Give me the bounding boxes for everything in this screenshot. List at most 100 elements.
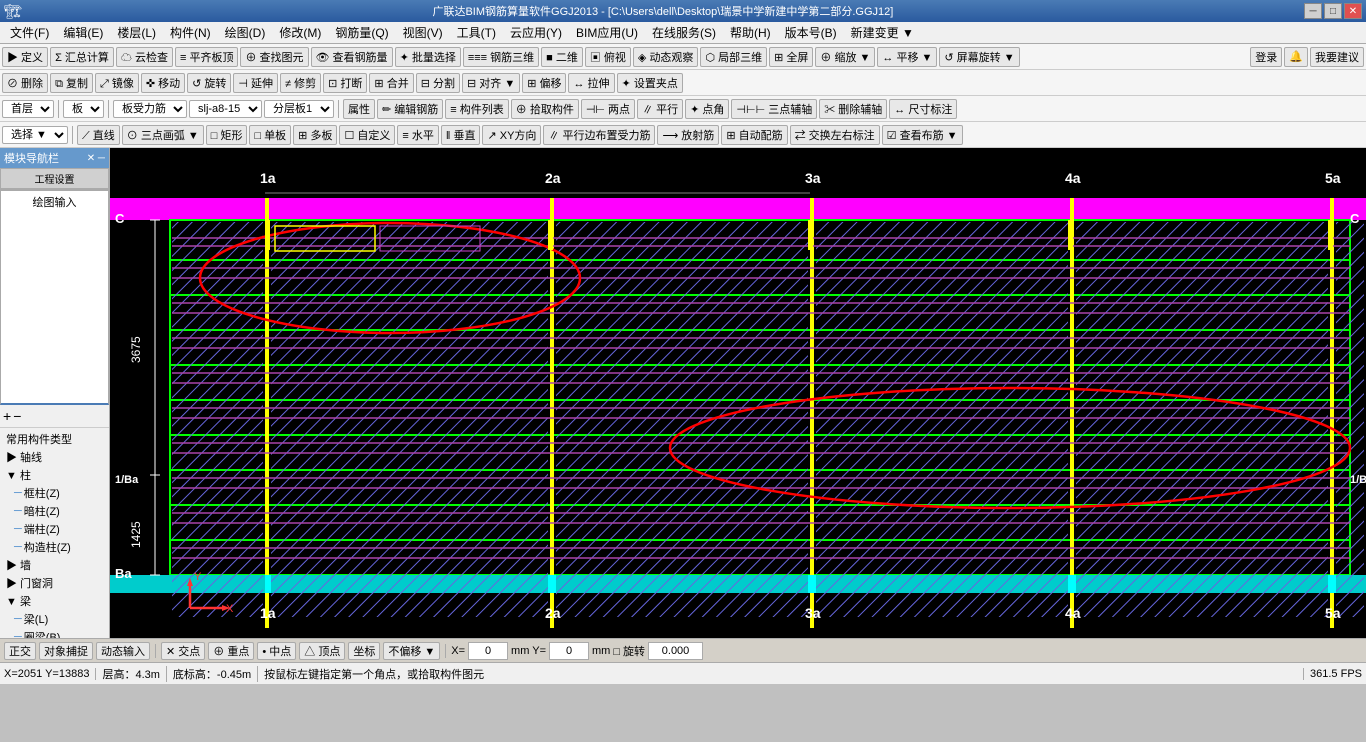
snap-mode-4[interactable]: 坐标	[348, 642, 380, 660]
snap-mode-2[interactable]: • 中点	[257, 642, 296, 660]
tree-item-构造柱Z[interactable]: ─ 构造柱(Z)	[2, 538, 107, 556]
tree-item-门窗洞[interactable]: ▶ 门窗洞	[2, 574, 107, 592]
menu-item-b[interactable]: 版本号(B)	[779, 22, 843, 43]
menu-item-n[interactable]: 构件(N)	[164, 22, 217, 43]
toolbar-btn-[interactable]: ▶ 定义	[2, 47, 48, 67]
snap-mode-3[interactable]: △ 顶点	[299, 642, 345, 660]
draw-btn-水平[interactable]: ≡ 水平	[397, 125, 438, 145]
edit-btn-拉伸[interactable]: ↔ 拉伸	[568, 73, 614, 93]
toolbar-btn-[interactable]: ↺ 屏幕旋转 ▼	[939, 47, 1019, 67]
snap-mode-1[interactable]: ⊕ 重点	[208, 642, 254, 660]
menu-item-s[interactable]: 在线服务(S)	[646, 22, 722, 43]
menu-item-m[interactable]: 修改(M)	[273, 22, 327, 43]
menu-item-e[interactable]: 编辑(E)	[57, 22, 109, 43]
cad-drawing[interactable]: 1a 2a 3a 4a 5a 1a 2a 3a 4a 5a C 1/Ba Ba …	[110, 148, 1366, 638]
toolbar-btn-[interactable]: ■ 二维	[541, 47, 583, 67]
snap-mode-0[interactable]: ✕ 交点	[161, 642, 205, 660]
floor-btn-平行[interactable]: ∥ 平行	[637, 99, 683, 119]
tree-item-梁[interactable]: ▼ 梁	[2, 592, 107, 610]
ortho-button[interactable]: 正交	[4, 642, 36, 660]
suggestion-button[interactable]: 我要建议	[1310, 47, 1364, 67]
draw-btn-单板[interactable]: □ 单板	[249, 125, 291, 145]
edit-btn-镜像[interactable]: ⤢ 镜像	[95, 73, 139, 93]
toolbar-btn-[interactable]: ▣ 俯视	[585, 47, 631, 67]
tree-item-常用构件类型[interactable]: 常用构件类型	[2, 430, 107, 448]
tree-item-墙[interactable]: ▶ 墙	[2, 556, 107, 574]
edit-btn-对齐[interactable]: ⊟ 对齐 ▼	[462, 73, 520, 93]
edit-btn-旋转[interactable]: ↺ 旋转	[187, 73, 231, 93]
menu-item-t[interactable]: 工具(T)	[451, 22, 502, 43]
draw-btn-XY方向[interactable]: ↗ XY方向	[482, 125, 541, 145]
toolbar-btn-[interactable]: ⬡ 局部三维	[700, 47, 767, 67]
toolbar-btn-[interactable]: ✦ 批量选择	[395, 47, 461, 67]
snap-mode-5[interactable]: 不偏移 ▼	[383, 642, 440, 660]
menu-item-q[interactable]: 钢筋量(Q)	[329, 22, 394, 43]
floor-btn-点角[interactable]: ✦ 点角	[685, 99, 729, 119]
toolbar-btn-[interactable]: Σ 汇总计算	[50, 47, 114, 67]
menu-item-d[interactable]: 绘图(D)	[219, 22, 272, 43]
login-button[interactable]: 登录	[1250, 47, 1282, 67]
add-icon[interactable]: +	[3, 408, 11, 424]
edit-btn-合并[interactable]: ⊞ 合并	[369, 73, 413, 93]
tree-item-圈梁B[interactable]: ─ 圈梁(B)	[2, 628, 107, 638]
y-input[interactable]	[549, 642, 589, 660]
toolbar-btn-[interactable]: ≡≡≡ 钢筋三维	[463, 47, 539, 67]
draw-btn-查看布筋[interactable]: ☑ 查看布筋 ▼	[882, 125, 963, 145]
edit-btn-分割[interactable]: ⊟ 分割	[416, 73, 460, 93]
edit-btn-偏移[interactable]: ⊞ 偏移	[522, 73, 566, 93]
draw-btn-交换左右标注[interactable]: ⇄ 交换左右标注	[790, 125, 880, 145]
floor-btn-两点[interactable]: ⊣⊢ 两点	[581, 99, 635, 119]
menu-item-y[interactable]: 云应用(Y)	[504, 22, 568, 43]
minimize-button[interactable]: ─	[1304, 3, 1322, 19]
toolbar-btn-[interactable]: ↔ 平移 ▼	[877, 47, 937, 67]
toolbar-btn-[interactable]: ☁ 云检查	[116, 47, 173, 67]
edit-btn-移动[interactable]: ✜ 移动	[141, 73, 185, 93]
floor-selector[interactable]: 首层	[2, 100, 54, 118]
menu-item-[interactable]: 新建变更 ▼	[845, 22, 920, 43]
notification-button[interactable]: 🔔	[1284, 47, 1308, 67]
draw-btn-自动配筋[interactable]: ⊞ 自动配筋	[721, 125, 787, 145]
draw-btn-三点画弧[interactable]: ⊙ 三点画弧 ▼	[122, 125, 204, 145]
draw-btn-直线[interactable]: ⟋ 直线	[77, 125, 120, 145]
cad-canvas-area[interactable]: 1a 2a 3a 4a 5a 1a 2a 3a 4a 5a C 1/Ba Ba …	[110, 148, 1366, 638]
floor-btn-属性[interactable]: 属性	[343, 99, 375, 119]
tree-item-框柱Z[interactable]: ─ 框柱(Z)	[2, 484, 107, 502]
floor-btn-尺寸标注[interactable]: ↔ 尺寸标注	[889, 99, 957, 119]
layer-selector[interactable]: 分层板1	[264, 100, 334, 118]
edit-btn-延伸[interactable]: ⊣ 延伸	[233, 73, 278, 93]
floor-btn-编辑钢筋[interactable]: ✏ 编辑钢筋	[377, 99, 443, 119]
tree-item-端柱Z[interactable]: ─ 端柱(Z)	[2, 520, 107, 538]
draw-btn-多板[interactable]: ⊞ 多板	[293, 125, 337, 145]
maximize-button[interactable]: □	[1324, 3, 1342, 19]
toolbar-btn-[interactable]: 👁 查看钢筋量	[311, 47, 393, 67]
tab-engineering-settings[interactable]: 工程设置	[0, 168, 109, 189]
draw-btn-平行边布置受力筋[interactable]: ∥ 平行边布置受力筋	[543, 125, 655, 145]
tree-item-梁L[interactable]: ─ 梁(L)	[2, 610, 107, 628]
snap-button[interactable]: 对象捕捉	[39, 642, 93, 660]
tree-item-轴线[interactable]: ▶ 轴线	[2, 448, 107, 466]
toolbar-btn-[interactable]: ⊕ 查找图元	[240, 47, 308, 67]
draw-btn-自定义[interactable]: ☐ 自定义	[339, 125, 395, 145]
toolbar-btn-[interactable]: ⊕ 缩放 ▼	[815, 47, 875, 67]
rebar-selector[interactable]: 板受力筋	[113, 100, 187, 118]
edit-btn-设置夹点[interactable]: ✦ 设置夹点	[617, 73, 683, 93]
type-selector[interactable]: 板	[63, 100, 104, 118]
edit-btn-删除[interactable]: ⊘ 删除	[2, 73, 48, 93]
menu-item-v[interactable]: 视图(V)	[397, 22, 449, 43]
edit-btn-修剪[interactable]: ≠ 修剪	[280, 73, 321, 93]
floor-btn-三点辅轴[interactable]: ⊣⊢⊢ 三点辅轴	[731, 99, 817, 119]
close-button[interactable]: ✕	[1344, 3, 1362, 19]
spec-selector[interactable]: slj-a8-15	[189, 100, 262, 118]
tree-item-柱[interactable]: ▼ 柱	[2, 466, 107, 484]
rotate-input[interactable]	[648, 642, 703, 660]
tab-drawing-input[interactable]: 绘图输入	[0, 190, 109, 405]
remove-icon[interactable]: −	[13, 408, 21, 424]
menu-item-f[interactable]: 文件(F)	[4, 22, 55, 43]
tree-item-暗柱Z[interactable]: ─ 暗柱(Z)	[2, 502, 107, 520]
draw-btn-垂直[interactable]: ‖ 垂直	[441, 125, 481, 145]
toolbar-btn-[interactable]: ≡ 平齐板顶	[175, 47, 238, 67]
toolbar-btn-[interactable]: ◈ 动态观察	[633, 47, 699, 67]
draw-btn-矩形[interactable]: □ 矩形	[206, 125, 248, 145]
edit-btn-打断[interactable]: ⊡ 打断	[323, 73, 367, 93]
draw-mode-selector[interactable]: 选择 ▼	[2, 126, 68, 144]
